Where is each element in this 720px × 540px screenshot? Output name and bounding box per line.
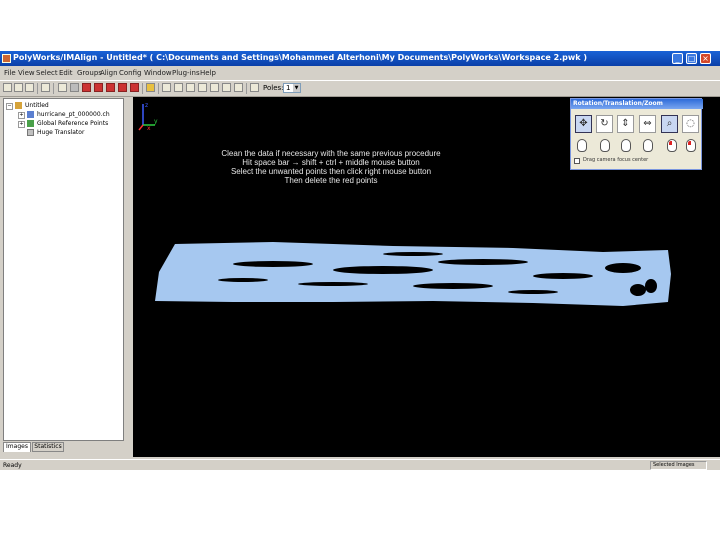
tree-item-label: Global Reference Points [37, 120, 109, 127]
menu-file[interactable]: File [4, 69, 16, 77]
maximize-button[interactable]: □ [686, 53, 697, 64]
instruction-line: Select the unwanted points then click ri… [230, 167, 432, 176]
x-axis [138, 124, 144, 131]
status-text: Ready [3, 462, 22, 469]
group-icon[interactable] [58, 83, 67, 92]
mouse-left-icon [600, 139, 610, 152]
point-cloud[interactable] [153, 240, 673, 313]
rotate-xyz-icon[interactable]: ✥ [575, 115, 592, 133]
title-bar[interactable]: PolyWorks/IMAlign - Untitled* ( C:\Docum… [0, 51, 720, 66]
poles-icon[interactable] [250, 83, 259, 92]
mouse-left-red-icon [667, 139, 677, 152]
menu-config[interactable]: Config [119, 69, 141, 77]
expand-icon[interactable]: + [18, 112, 25, 119]
instructions: Clean the data if necessary with the sam… [133, 149, 581, 185]
redo-icon[interactable] [234, 83, 243, 92]
cut-icon[interactable] [41, 83, 50, 92]
instruction-line: Clean the data if necessary with the sam… [221, 149, 441, 158]
rtz-panel-title[interactable]: Rotation/Translation/Zoom [571, 99, 703, 109]
mouse-right-icon [643, 139, 653, 152]
reference-points-icon [27, 120, 34, 127]
tree-item[interactable]: + Global Reference Points [18, 119, 118, 128]
tab-images[interactable]: Images [3, 442, 31, 452]
minimize-button[interactable]: _ [672, 53, 683, 64]
menu-plugins[interactable]: Plug-ins [172, 69, 200, 77]
image-icon [27, 111, 34, 118]
tree-item-label: hurricane_pt_000000.ch [37, 111, 110, 118]
zoom-icon[interactable]: ⌕ [661, 115, 678, 133]
translator-icon [27, 129, 34, 136]
translate-z-icon[interactable]: ⇔ [639, 115, 656, 133]
drag-camera-checkbox[interactable] [574, 158, 580, 164]
mouse-left-icon [577, 139, 587, 152]
instruction-line: Then delete the red points [284, 176, 378, 185]
x-axis-label: x [147, 125, 151, 131]
align-best-fit-icon[interactable] [94, 83, 103, 92]
rotate-icon[interactable] [186, 83, 195, 92]
new-icon[interactable] [3, 83, 12, 92]
toolbar: Poles: 1 ▼ [0, 80, 720, 97]
menu-align[interactable]: Align [100, 69, 118, 77]
workspace-icon [15, 102, 22, 109]
toolbar-separator [158, 83, 159, 94]
poles-value: 1 [286, 84, 291, 92]
instruction-line: Hit space bar → shift + ctrl + middle mo… [242, 158, 420, 167]
tree-item[interactable]: + hurricane_pt_000000.ch [18, 110, 118, 119]
y-axis-label: y [154, 118, 158, 125]
open-icon[interactable] [14, 83, 23, 92]
tree-panel: − Untitled + hurricane_pt_000000.ch + Gl… [3, 98, 124, 441]
translate-xy-icon[interactable]: ⇕ [617, 115, 634, 133]
shade-icon[interactable] [210, 83, 219, 92]
chevron-down-icon[interactable]: ▼ [293, 84, 300, 92]
poles-label: Poles: [263, 84, 284, 92]
expand-icon[interactable]: + [18, 121, 25, 128]
poles-select[interactable]: 1 ▼ [283, 83, 301, 93]
rotate-z-icon[interactable]: ↻ [596, 115, 613, 133]
rotate-center-icon[interactable]: ◌ [682, 115, 699, 133]
toolbar-separator [37, 83, 38, 94]
z-axis-label: z [145, 102, 148, 109]
rotation-translation-zoom-panel[interactable]: Rotation/Translation/Zoom ✥ ↻ ⇕ ⇔ ⌕ ◌ Dr… [570, 98, 703, 170]
menu-bar: File View Select Edit Groups Align Confi… [0, 67, 720, 79]
tree-item-label: Huge Translator [37, 129, 85, 136]
tree-root-label: Untitled [25, 102, 49, 109]
toolbar-separator [53, 83, 54, 94]
view-icon[interactable] [162, 83, 171, 92]
status-pane: Selected Images [650, 461, 707, 470]
app-icon[interactable] [2, 54, 11, 63]
close-button[interactable]: × [700, 53, 711, 64]
align-red-icon[interactable] [82, 83, 91, 92]
menu-window[interactable]: Window [144, 69, 172, 77]
tree-item[interactable]: Huge Translator [18, 128, 118, 137]
menu-select[interactable]: Select [36, 69, 58, 77]
drag-camera-label: Drag camera focus center [583, 157, 649, 163]
axis-triad-icon: z y x [138, 102, 158, 131]
menu-groups[interactable]: Groups [77, 69, 102, 77]
select-icon[interactable] [174, 83, 183, 92]
menu-view[interactable]: View [18, 69, 35, 77]
toolbar-separator [142, 83, 143, 94]
point-cloud-surface [155, 242, 671, 306]
tree-root[interactable]: − Untitled [6, 101, 116, 110]
pick-icon[interactable] [198, 83, 207, 92]
compare-icon[interactable] [118, 83, 127, 92]
merge-icon[interactable] [130, 83, 139, 92]
menu-help[interactable]: Help [200, 69, 216, 77]
status-bar: Ready Selected Images [0, 459, 720, 470]
undo-icon[interactable] [222, 83, 231, 92]
mouse-middle-icon [621, 139, 631, 152]
save-icon[interactable] [25, 83, 34, 92]
mouse-left-red-icon [686, 139, 696, 152]
image-icon[interactable] [70, 83, 79, 92]
tab-statistics[interactable]: Statistics [32, 442, 64, 452]
folder-icon[interactable] [146, 83, 155, 92]
reference-icon[interactable] [106, 83, 115, 92]
toolbar-separator [246, 83, 247, 94]
window-title: PolyWorks/IMAlign - Untitled* ( C:\Docum… [13, 53, 588, 62]
menu-edit[interactable]: Edit [59, 69, 73, 77]
collapse-icon[interactable]: − [6, 103, 13, 110]
